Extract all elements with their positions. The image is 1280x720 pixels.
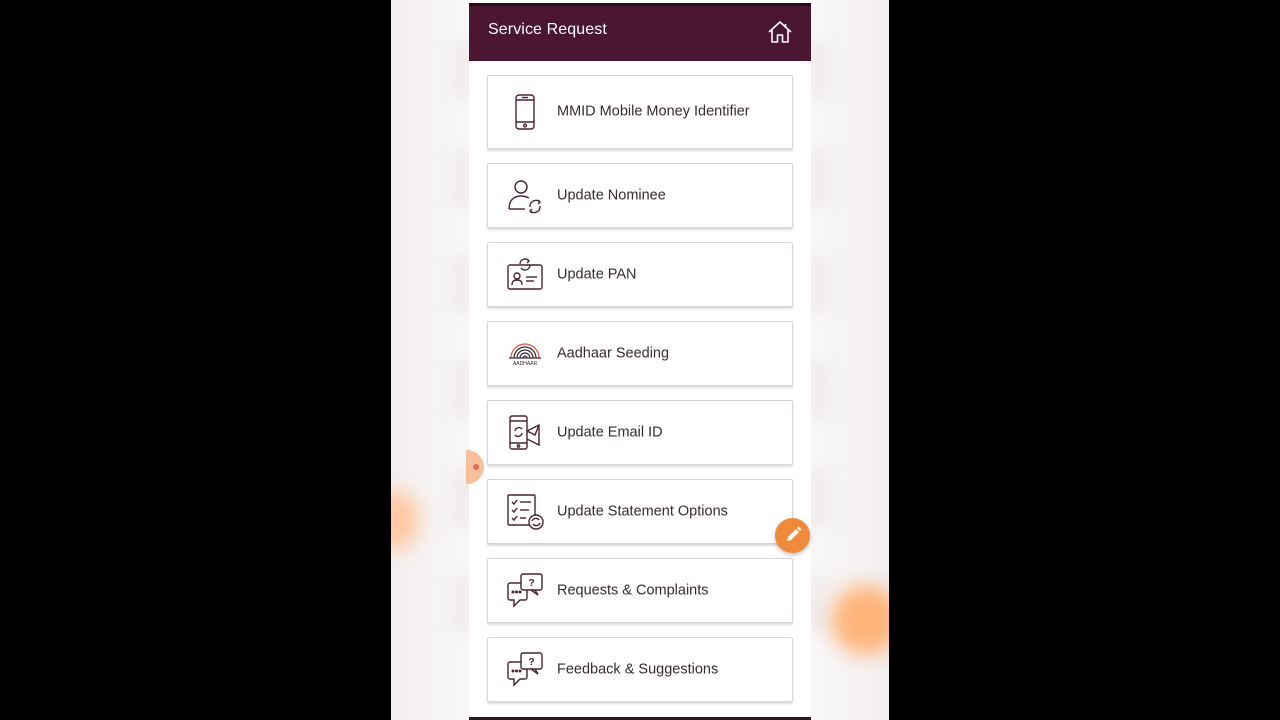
service-item-update-nominee[interactable]: Update Nominee [487,163,793,228]
app-bar: Service Request [469,3,811,61]
mobile-phone-icon [505,92,545,132]
service-item-mmid[interactable]: MMID Mobile Money Identifier [487,75,793,149]
phone-screen: Service Request MMID Mobile Money Identi… [469,0,811,720]
checklist-refresh-icon [505,492,545,532]
pencil-icon [787,526,802,541]
service-item-label: Update PAN [557,266,637,282]
svg-text:AADHAAR: AADHAAR [513,361,538,367]
service-item-requests-complaints[interactable]: ? Requests & Complaints [487,558,793,623]
service-item-label: Aadhaar Seeding [557,345,670,361]
page-title: Service Request [488,21,607,38]
phone-envelope-icon [505,413,545,453]
svg-text:?: ? [528,578,534,589]
service-item-update-email[interactable]: Update Email ID [487,400,793,465]
service-item-update-pan[interactable]: Update PAN [487,242,793,307]
aadhaar-fingerprint-icon: AADHAAR [505,334,545,374]
user-refresh-icon [505,176,545,216]
chat-question-icon: ? [505,571,545,611]
service-item-label: Requests & Complaints [557,582,709,598]
service-item-label: Feedback & Suggestions [557,661,719,677]
edit-floating-button[interactable] [775,518,810,553]
service-item-feedback-suggestions[interactable]: ? Feedback & Suggestions [487,637,793,702]
service-item-label: Update Email ID [557,424,663,440]
service-item-label: Update Nominee [557,187,666,203]
service-item-label: Update Statement Options [557,503,728,519]
id-card-refresh-icon [505,255,545,295]
service-item-update-statement-options[interactable]: Update Statement Options [487,479,793,544]
chat-question-icon: ? [505,650,545,690]
service-item-aadhaar-seeding[interactable]: AADHAAR Aadhaar Seeding [487,321,793,386]
svg-text:?: ? [528,657,534,668]
home-icon[interactable] [767,19,793,45]
service-item-label: MMID Mobile Money Identifier [557,103,750,120]
